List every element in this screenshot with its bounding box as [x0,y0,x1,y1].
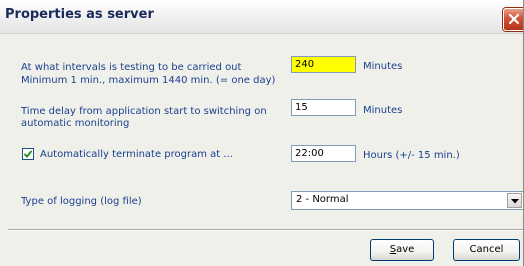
terminate-checkbox[interactable] [22,148,34,160]
interval-unit: Minutes [363,61,403,72]
save-label-rest: ave [396,244,415,255]
dropdown-button[interactable] [507,193,522,208]
terminate-label[interactable]: Automatically terminate program at ... [40,149,233,161]
separator [8,229,523,231]
interval-label-line2: Minimum 1 min., maximum 1440 min. (= one… [21,75,276,86]
logging-label: Type of logging (log file) [21,196,142,207]
delay-label-line1: Time delay from application start to swi… [21,106,267,117]
delay-unit: Minutes [363,105,403,116]
interval-label-line1: At what intervals is testing to be carri… [21,62,242,73]
cancel-button[interactable]: Cancel [453,239,520,261]
properties-dialog: Properties as server At what intervals i… [0,0,524,266]
save-button[interactable]: Save [370,239,434,261]
logging-selected-value: 2 - Normal [296,194,349,205]
interval-input[interactable]: 240 [291,56,356,73]
logging-type-select[interactable]: 2 - Normal [291,191,523,210]
close-button[interactable] [503,8,523,31]
terminate-time-input[interactable]: 22:00 [291,145,356,162]
title-bar[interactable]: Properties as server [0,0,523,34]
delay-input[interactable]: 15 [291,99,356,116]
terminate-unit: Hours (+/- 15 min.) [363,150,460,161]
delay-label-line2: automatic monitoring [21,118,130,129]
window-title: Properties as server [5,7,154,22]
